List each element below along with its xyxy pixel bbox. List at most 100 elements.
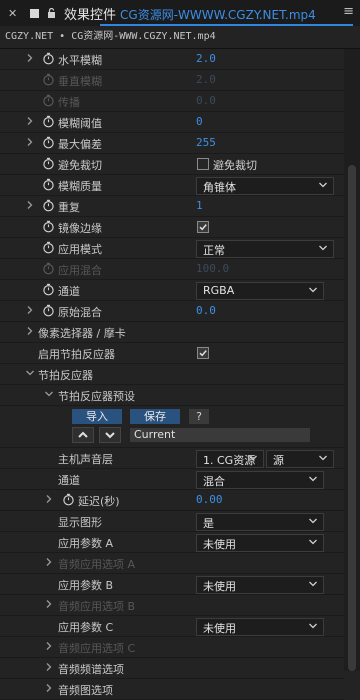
property-label: 像素选择器 / 摩卡 [38, 327, 126, 340]
chevron-down-icon [308, 516, 318, 526]
property-value[interactable]: 2.0 [196, 52, 216, 65]
property-dropdown[interactable]: 未使用 [196, 534, 324, 552]
property-row: 应用参数 A 未使用 [0, 532, 344, 553]
stopwatch-icon[interactable] [42, 178, 55, 191]
property-value[interactable]: 1 [196, 199, 203, 212]
chevron-right-icon[interactable] [25, 53, 35, 63]
property-label: 应用参数 A [58, 537, 114, 550]
checkbox[interactable] [197, 221, 209, 233]
preset-up-button[interactable] [72, 427, 94, 443]
save-button[interactable]: 保存 [130, 409, 180, 424]
chevron-down-icon [308, 579, 318, 589]
property-label: 显示图形 [58, 516, 102, 529]
property-row: 音频应用选项 A [0, 553, 344, 574]
property-label: 原始混合 [58, 306, 102, 319]
source-dropdown[interactable]: 源 [266, 450, 334, 468]
panel-menu-square-icon[interactable] [30, 8, 39, 18]
chevron-down-icon[interactable] [25, 368, 35, 378]
property-dropdown[interactable]: 未使用 [196, 618, 324, 636]
property-row: 水平模糊 2.0 [0, 49, 344, 70]
property-row: 延迟(秒) 0.00 [0, 490, 344, 511]
property-label: 延迟(秒) [78, 495, 120, 508]
chevron-down-icon[interactable] [44, 389, 54, 399]
stopwatch-icon[interactable] [42, 136, 55, 149]
panel-subtitle: CG资源网-WWWW.CGZY.NET.mp4 [120, 7, 316, 22]
layer-dropdown[interactable]: 1. CG资源 [196, 450, 264, 468]
property-row: 重复 1 [0, 196, 344, 217]
dropdown-value: 未使用 [203, 538, 236, 551]
stopwatch-icon [42, 73, 55, 86]
property-row: 像素选择器 / 摩卡 [0, 322, 344, 343]
property-row: 应用参数 C 未使用 [0, 616, 344, 637]
chevron-right-icon[interactable] [44, 599, 54, 609]
property-row: 节拍反应器预设 [0, 385, 344, 406]
stopwatch-icon[interactable] [42, 220, 55, 233]
chevron-down-icon [308, 474, 318, 484]
chevron-right-icon[interactable] [44, 683, 54, 693]
stopwatch-icon[interactable] [42, 241, 55, 254]
property-value[interactable]: 0.00 [196, 493, 223, 506]
chevron-right-icon[interactable] [25, 116, 35, 126]
property-row: 应用混合 100.0 [0, 259, 344, 280]
property-dropdown[interactable]: 正常 [196, 240, 334, 258]
stopwatch-icon[interactable] [42, 52, 55, 65]
scrollbar-thumb[interactable] [348, 165, 356, 671]
chevron-right-icon[interactable] [25, 137, 35, 147]
dropdown-value: 未使用 [203, 580, 236, 593]
preset-toolbar-row: 导入 保存? Current [0, 406, 344, 448]
property-label: 节拍反应器 [38, 369, 93, 382]
property-label: 音频图选项 [58, 684, 113, 697]
chevron-right-icon[interactable] [44, 641, 54, 651]
property-label: 应用混合 [58, 264, 102, 277]
chevron-right-icon[interactable] [44, 494, 54, 504]
stopwatch-icon[interactable] [42, 157, 55, 170]
close-icon[interactable]: ✕ [8, 7, 22, 20]
checkbox[interactable] [197, 158, 209, 170]
property-row: 最大偏差 255 [0, 133, 344, 154]
property-label: 模糊阈值 [58, 117, 102, 130]
property-row: 音频应用选项 B [0, 595, 344, 616]
property-row: 音频频谱选项 [0, 658, 344, 679]
panel-menu-icon[interactable]: ≡ [343, 4, 354, 19]
property-dropdown[interactable]: RGBA [196, 282, 324, 300]
property-value[interactable]: 0.0 [196, 304, 216, 317]
property-value: 100.0 [196, 262, 230, 275]
property-dropdown[interactable]: 角锥体 [196, 177, 334, 195]
property-label: 应用模式 [58, 243, 102, 256]
scrollbar[interactable] [344, 49, 360, 671]
preset-name: Current [130, 428, 310, 442]
lock-icon[interactable] [47, 8, 56, 18]
import-button[interactable]: 导入 [72, 409, 122, 424]
stopwatch-icon[interactable] [42, 283, 55, 296]
property-label: 应用参数 C [58, 621, 114, 634]
active-tab-underline [100, 24, 353, 26]
stopwatch-icon[interactable] [42, 304, 55, 317]
stopwatch-icon[interactable] [42, 115, 55, 128]
property-dropdown[interactable]: 未使用 [196, 576, 324, 594]
property-label: 垂直模糊 [58, 75, 102, 88]
panel-header: ✕ 效果控件 CG资源网-WWWW.CGZY.NET.mp4 ≡ [0, 0, 360, 26]
help-button[interactable]: ? [189, 409, 209, 424]
checkbox[interactable] [197, 347, 209, 359]
chevron-right-icon[interactable] [44, 557, 54, 567]
preset-down-button[interactable] [99, 427, 121, 443]
property-value[interactable]: 0 [196, 115, 203, 128]
property-value: 0.0 [196, 94, 216, 107]
property-row: 模糊质量 角锥体 [0, 175, 344, 196]
property-value[interactable]: 255 [196, 136, 216, 149]
stopwatch-icon[interactable] [62, 493, 75, 506]
property-label: 最大偏差 [58, 138, 102, 151]
chevron-right-icon[interactable] [25, 200, 35, 210]
dropdown-value: 未使用 [203, 622, 236, 635]
property-row: 节拍反应器 [0, 364, 344, 385]
property-label: 重复 [58, 201, 80, 214]
property-dropdown[interactable]: 混合 [196, 471, 324, 489]
breadcrumb: CGZY.NET • CG资源网-WWW.CGZY.NET.mp4 [0, 26, 360, 49]
chevron-right-icon[interactable] [25, 305, 35, 315]
chevron-right-icon[interactable] [25, 326, 35, 336]
chevron-down-icon [308, 621, 318, 631]
dropdown-value: 角锥体 [203, 181, 236, 194]
property-row: 启用节拍反应器 [0, 343, 344, 364]
property-dropdown[interactable]: 是 [196, 513, 324, 531]
stopwatch-icon[interactable] [42, 199, 55, 212]
